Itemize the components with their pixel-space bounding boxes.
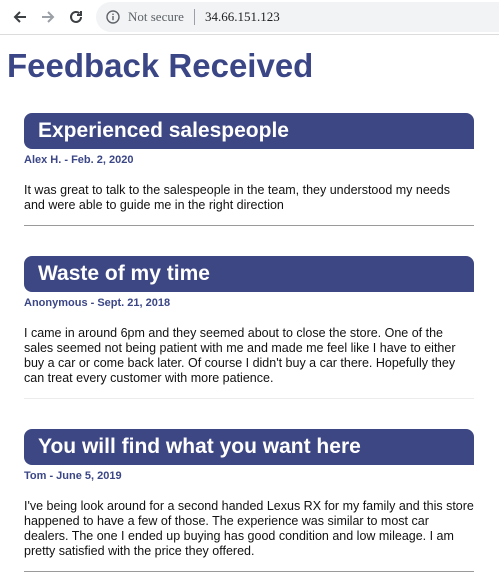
review-title: Waste of my time — [24, 256, 474, 292]
page-content: Feedback Received Experienced salespeopl… — [0, 47, 499, 572]
review-text: It was great to talk to the salespeople … — [24, 183, 450, 212]
arrow-right-icon — [42, 11, 55, 23]
back-button[interactable] — [8, 5, 32, 29]
site-info-button[interactable]: Not secure — [106, 9, 184, 25]
review-divider — [24, 571, 474, 572]
review-card: Waste of my time Anonymous - Sept. 21, 2… — [24, 256, 474, 399]
browser-toolbar: Not secure 34.66.151.123 — [0, 0, 499, 35]
review-author-date: Tom - June 5, 2019 — [24, 470, 122, 482]
review-author-date: Anonymous - Sept. 21, 2018 — [24, 297, 171, 309]
review-title: Experienced salespeople — [24, 113, 474, 149]
omnibox-divider — [193, 9, 195, 25]
review-card: You will find what you want here Tom - J… — [24, 429, 474, 572]
address-bar[interactable]: Not secure 34.66.151.123 — [96, 2, 499, 32]
reload-icon — [70, 10, 82, 23]
review-author-date: Alex H. - Feb. 2, 2020 — [24, 154, 134, 166]
url-text[interactable]: 34.66.151.123 — [205, 9, 280, 25]
arrow-left-icon — [13, 11, 26, 23]
review-card: Experienced salespeople Alex H. - Feb. 2… — [24, 113, 474, 226]
review-divider — [24, 398, 474, 399]
review-divider — [24, 225, 474, 226]
security-label: Not secure — [128, 9, 184, 24]
info-icon — [106, 10, 120, 24]
review-text: I came in around 6pm and they seemed abo… — [24, 326, 456, 385]
review-text: I've being look around for a second hand… — [24, 499, 474, 558]
reload-button[interactable] — [64, 5, 88, 29]
page-title: Feedback Received — [7, 47, 314, 84]
review-title: You will find what you want here — [24, 429, 474, 465]
forward-button[interactable] — [36, 5, 60, 29]
